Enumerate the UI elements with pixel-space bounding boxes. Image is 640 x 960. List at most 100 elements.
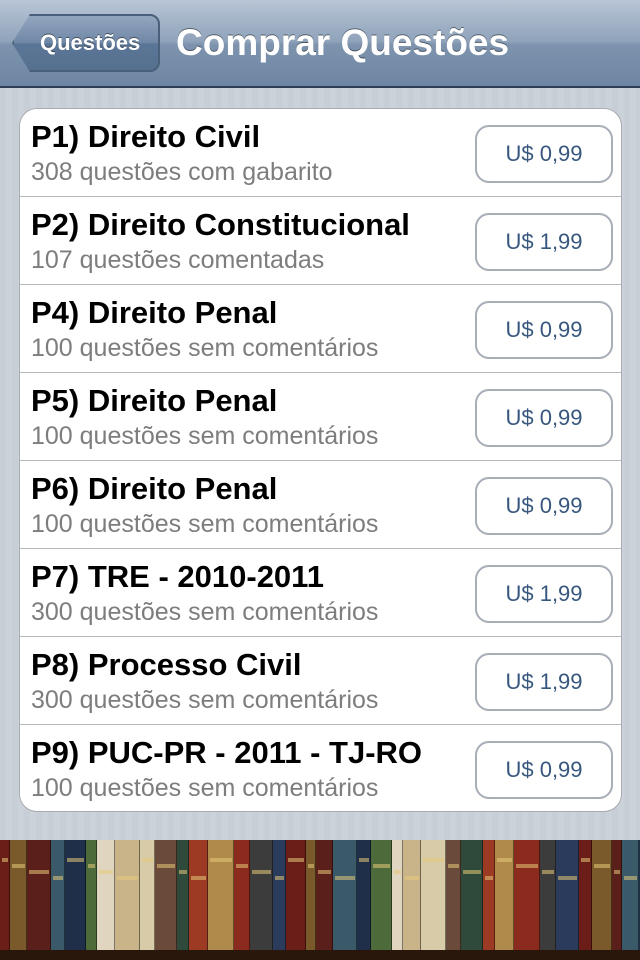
book-spine — [579, 840, 592, 952]
book-edge — [85, 840, 86, 952]
list-item[interactable]: P7) TRE - 2010-2011 300 questões sem com… — [20, 549, 621, 637]
book-edge — [285, 840, 286, 952]
book-band — [497, 858, 512, 862]
book-edge — [482, 840, 483, 952]
book-spine — [140, 840, 155, 952]
book-spine — [461, 840, 483, 952]
book-edge — [96, 840, 97, 952]
book-edge — [154, 840, 155, 952]
item-title: P1) Direito Civil — [31, 119, 261, 154]
price-button[interactable]: U$ 1,99 — [475, 565, 613, 623]
book-spine — [612, 840, 622, 952]
book-band — [288, 858, 304, 862]
book-edge — [332, 840, 333, 952]
list-item[interactable]: P1) Direito Civil 308 questões com gabar… — [20, 109, 621, 197]
book-band — [359, 858, 369, 862]
book-spine — [421, 840, 446, 952]
book-band — [12, 864, 25, 868]
list-item[interactable]: P6) Direito Penal 100 questões sem comen… — [20, 461, 621, 549]
book-band — [179, 870, 187, 874]
book-edge — [494, 840, 495, 952]
book-edge — [272, 840, 273, 952]
book-edge — [176, 840, 177, 952]
book-band — [236, 864, 248, 868]
book-spine — [514, 840, 540, 952]
book-spine — [495, 840, 514, 952]
list-item[interactable]: P8) Processo Civil 300 questões sem come… — [20, 637, 621, 725]
book-band — [191, 876, 206, 880]
page-title: Comprar Questões — [176, 22, 510, 63]
bookshelf-graphic — [0, 840, 640, 960]
book-edge — [315, 840, 316, 952]
book-band — [157, 864, 175, 868]
item-subtitle: 100 questões sem comentários — [31, 774, 379, 802]
price-button[interactable]: U$ 1,99 — [475, 213, 613, 271]
book-band — [485, 876, 493, 880]
book-band — [516, 864, 538, 868]
price-button[interactable]: U$ 0,99 — [475, 301, 613, 359]
list-item[interactable]: P9) PUC-PR - 2011 - TJ-RO 100 questões s… — [20, 725, 621, 811]
item-title: P5) Direito Penal — [31, 383, 278, 418]
book-edge — [420, 840, 421, 952]
book-spine — [155, 840, 177, 952]
book-spine — [357, 840, 371, 952]
book-spine — [177, 840, 189, 952]
book-edge — [188, 840, 189, 952]
book-band — [308, 864, 314, 868]
book-edge — [611, 840, 612, 952]
list-item[interactable]: P5) Direito Penal 100 questões sem comen… — [20, 373, 621, 461]
book-edge — [370, 840, 371, 952]
item-title: P9) PUC-PR - 2011 - TJ-RO — [31, 735, 423, 770]
item-title: P8) Processo Civil — [31, 647, 302, 682]
book-spine — [540, 840, 556, 952]
book-band — [210, 858, 232, 862]
book-spine — [86, 840, 97, 952]
book-band — [448, 864, 459, 868]
book-spine — [371, 840, 392, 952]
book-band — [99, 870, 113, 874]
book-band — [88, 864, 95, 868]
book-spine — [273, 840, 286, 952]
price-button[interactable]: U$ 0,99 — [475, 477, 613, 535]
item-subtitle: 300 questões sem comentários — [31, 598, 379, 626]
item-subtitle: 107 questões comentadas — [31, 246, 325, 274]
book-band — [29, 870, 49, 874]
book-edge — [26, 840, 27, 952]
item-subtitle: 100 questões sem comentários — [31, 510, 379, 538]
book-spine — [333, 840, 357, 952]
navigation-bar: Questões Comprar Questões — [0, 0, 640, 88]
book-spine — [0, 840, 10, 952]
book-edge — [139, 840, 140, 952]
book-band — [423, 858, 444, 862]
book-edge — [638, 840, 639, 952]
book-edge — [50, 840, 51, 952]
list-item[interactable]: P2) Direito Constitucional 107 questões … — [20, 197, 621, 285]
list-item[interactable]: P4) Direito Penal 100 questões sem comen… — [20, 285, 621, 373]
book-band — [67, 858, 84, 862]
book-spine — [306, 840, 316, 952]
price-button[interactable]: U$ 1,99 — [475, 653, 613, 711]
book-band — [542, 870, 554, 874]
book-spine — [286, 840, 306, 952]
book-spine — [392, 840, 403, 952]
book-spine — [622, 840, 639, 952]
book-spine — [556, 840, 579, 952]
back-button[interactable]: Questões — [12, 14, 160, 72]
price-button[interactable]: U$ 0,99 — [475, 125, 613, 183]
book-edge — [578, 840, 579, 952]
price-button[interactable]: U$ 0,99 — [475, 741, 613, 799]
shelf-board — [0, 950, 640, 960]
item-subtitle: 100 questões sem comentários — [31, 334, 379, 362]
book-edge — [64, 840, 65, 952]
book-band — [594, 864, 610, 868]
price-button[interactable]: U$ 0,99 — [475, 389, 613, 447]
book-spine — [446, 840, 461, 952]
book-spine — [97, 840, 115, 952]
item-subtitle: 100 questões sem comentários — [31, 422, 379, 450]
book-edge — [114, 840, 115, 952]
book-spine — [65, 840, 86, 952]
book-band — [335, 876, 355, 880]
book-edge — [591, 840, 592, 952]
book-spine — [189, 840, 208, 952]
book-band — [142, 858, 153, 862]
